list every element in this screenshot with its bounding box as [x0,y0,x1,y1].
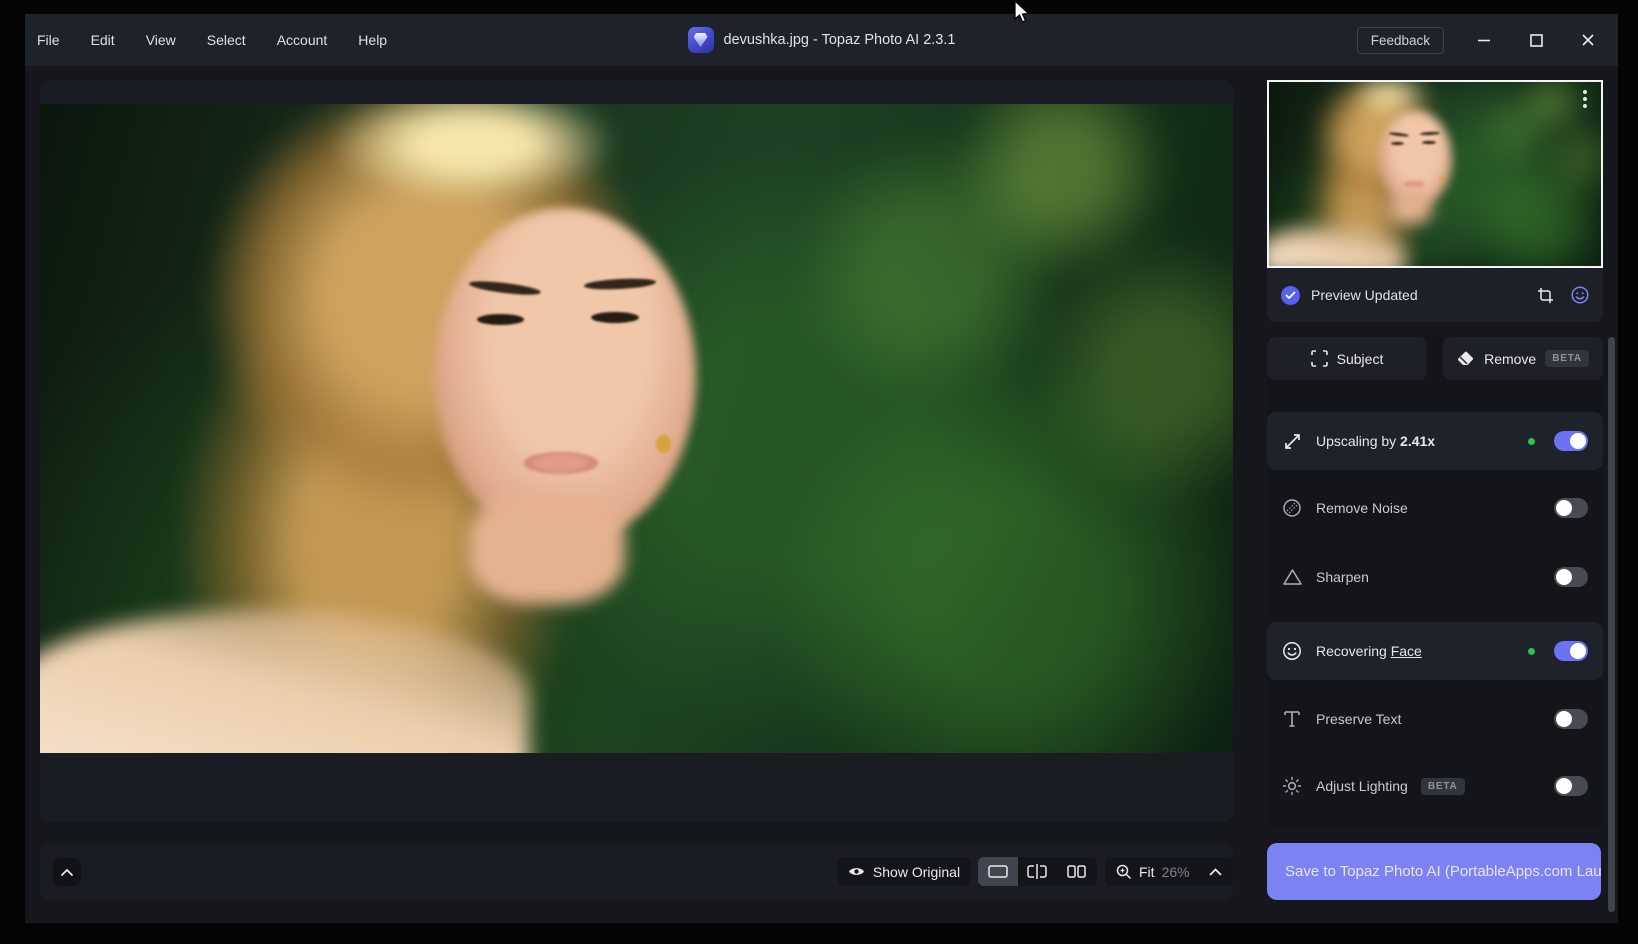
text-icon [1281,710,1303,728]
zoom-chevron-up-icon[interactable] [1209,868,1222,876]
side-by-side-view-button[interactable] [1057,857,1097,886]
face-recovery-icon[interactable] [1571,286,1589,304]
sharpen-triangle-icon [1281,568,1303,586]
window-title-group: devushka.jpg - Topaz Photo AI 2.3.1 [688,14,956,66]
menu-file[interactable]: File [35,28,62,52]
remove-beta-badge: BETA [1545,350,1589,367]
single-view-icon [988,865,1008,878]
image-canvas[interactable] [40,80,1233,822]
upscaling-value: 2.41x [1400,433,1435,449]
upscaling-label: Upscaling by [1316,433,1396,449]
adjust-lighting-beta-badge: BETA [1421,778,1465,795]
bottom-toolbar: Show Original Fit [40,843,1233,900]
zoom-percentage: 26% [1162,864,1190,880]
zoom-fit-label: Fit [1139,864,1155,880]
upscaling-toggle[interactable] [1554,431,1588,451]
zoom-control[interactable]: Fit 26% [1105,857,1233,886]
filter-adjust-lighting[interactable]: Adjust Lighting BETA [1267,757,1603,815]
subject-label: Subject [1337,351,1384,367]
chevron-up-icon [60,868,74,877]
menu-view[interactable]: View [144,28,178,52]
thumbnail-menu-icon[interactable] [1583,90,1587,108]
preview-card: Preview Updated [1267,80,1603,322]
main-photo[interactable] [40,104,1233,753]
preserve-text-toggle[interactable] [1554,709,1588,729]
preserve-text-label: Preserve Text [1316,711,1401,727]
remove-label: Remove [1484,351,1536,367]
eraser-icon [1457,351,1475,367]
noise-icon [1281,498,1303,518]
recover-face-active-dot [1528,648,1535,655]
remove-tool-button[interactable]: Remove BETA [1443,337,1603,380]
recover-face-link[interactable]: Face [1391,643,1422,659]
collapse-panel-button[interactable] [53,858,81,886]
filter-recover-face[interactable]: Recovering Face [1267,622,1603,680]
split-view-button[interactable] [1018,857,1058,886]
upscale-arrows-icon [1281,432,1303,451]
app-window: File Edit View Select Account Help devus… [25,14,1618,923]
show-original-button[interactable]: Show Original [838,857,970,886]
subject-brackets-icon [1311,350,1328,367]
remove-noise-toggle[interactable] [1554,498,1588,518]
preview-thumbnail[interactable] [1267,80,1603,268]
lighting-sun-icon [1281,776,1303,796]
sidebar-scrollbar[interactable] [1608,337,1615,912]
adjust-lighting-label: Adjust Lighting [1316,778,1408,794]
upscaling-active-dot [1528,438,1535,445]
preview-status-label: Preview Updated [1311,287,1418,303]
select-subject-button[interactable]: Subject [1267,337,1427,380]
filter-remove-noise[interactable]: Remove Noise [1267,479,1603,537]
preview-check-icon [1281,286,1300,305]
window-title: devushka.jpg - Topaz Photo AI 2.3.1 [724,32,956,48]
menu-bar: File Edit View Select Account Help [25,28,389,52]
sharpen-toggle[interactable] [1554,567,1588,587]
remove-noise-label: Remove Noise [1316,500,1408,516]
zoom-in-magnifier-icon [1116,864,1132,880]
menu-select[interactable]: Select [205,28,248,52]
smiley-icon [1281,641,1303,661]
right-sidebar: Preview Updated Subject [1267,14,1603,923]
app-logo-icon [688,27,714,53]
menu-help[interactable]: Help [356,28,389,52]
view-mode-switcher [978,857,1097,886]
preview-status-row: Preview Updated [1267,268,1603,322]
filter-upscaling[interactable]: Upscaling by 2.41x [1267,412,1603,470]
adjust-lighting-toggle[interactable] [1554,776,1588,796]
filters-panel: Subject Remove BETA Upscaling by 2.41x [1267,337,1603,829]
show-original-label: Show Original [873,864,960,880]
single-view-button[interactable] [978,857,1018,886]
sharpen-label: Sharpen [1316,569,1369,585]
menu-edit[interactable]: Edit [89,28,117,52]
filter-sharpen[interactable]: Sharpen [1267,548,1603,606]
mouse-cursor [1012,0,1032,24]
side-by-side-icon [1067,865,1086,878]
split-view-icon [1027,864,1047,879]
crop-icon[interactable] [1537,287,1554,304]
save-button[interactable]: Save to Topaz Photo AI (PortableApps.com… [1267,843,1601,900]
menu-account[interactable]: Account [275,28,330,52]
filter-preserve-text[interactable]: Preserve Text [1267,690,1603,748]
recover-face-label: Recovering [1316,643,1387,659]
recover-face-toggle[interactable] [1554,641,1588,661]
eye-icon [848,865,865,878]
